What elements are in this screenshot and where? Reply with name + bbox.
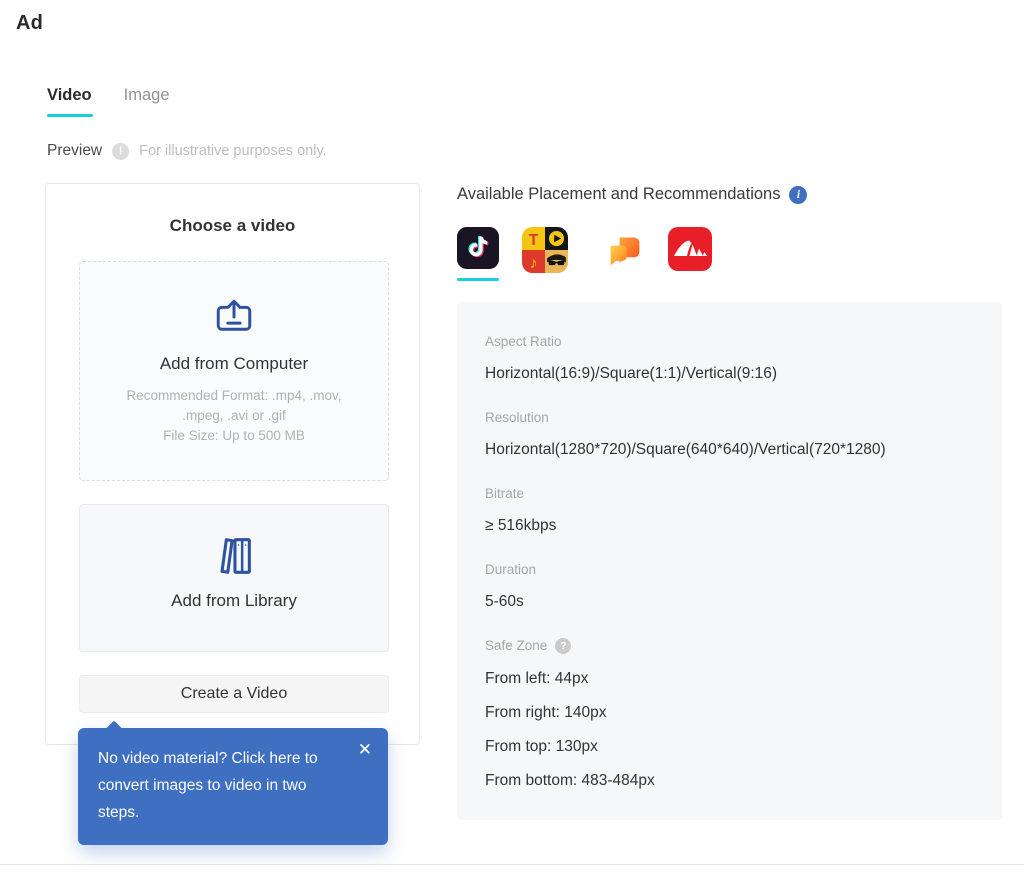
close-icon[interactable]: ✕ — [358, 741, 372, 758]
safe-zone-right: From right: 140px — [485, 702, 972, 723]
hint-format-1: Recommended Format: .mp4, .mov, — [80, 386, 388, 406]
duration-label: Duration — [485, 560, 536, 579]
spec-aspect-ratio: Aspect Ratio Horizontal(16:9)/Square(1:1… — [485, 332, 972, 384]
safe-zone-top: From top: 130px — [485, 736, 972, 757]
add-from-computer-label: Add from Computer — [80, 354, 388, 374]
recommendations-panel: Aspect Ratio Horizontal(16:9)/Square(1:1… — [457, 302, 1002, 820]
exclamation-info-icon: ! — [112, 143, 129, 160]
page-title: Ad — [16, 12, 43, 35]
placement-app-icons: T ♪ — [457, 227, 1002, 287]
tab-video-label: Video — [47, 86, 92, 104]
resolution-value: Horizontal(1280*720)/Square(640*640)/Ver… — [485, 439, 972, 460]
placements-heading: Available Placement and Recommendations — [457, 185, 780, 204]
tab-image[interactable]: Image — [124, 86, 170, 117]
preview-row: Preview ! For illustrative purposes only… — [47, 142, 327, 160]
svg-text:♪: ♪ — [530, 255, 538, 272]
upload-hints: Recommended Format: .mp4, .mov, .mpeg, .… — [80, 386, 388, 446]
ad-creation-page: Ad Video Image Preview ! For illustrativ… — [0, 0, 1024, 876]
choose-video-card: Choose a video Add from Computer Recomme… — [45, 183, 420, 745]
placement-topbuzz[interactable] — [607, 227, 643, 269]
svg-text:T: T — [529, 232, 539, 249]
hint-filesize: File Size: Up to 500 MB — [80, 426, 388, 446]
preview-label: Preview — [47, 142, 102, 160]
selected-placement-underline — [457, 278, 499, 281]
create-video-label: Create a Video — [181, 685, 287, 703]
spec-resolution: Resolution Horizontal(1280*720)/Square(6… — [485, 408, 972, 460]
spec-safe-zone: Safe Zone ? From left: 44px From right: … — [485, 636, 972, 791]
library-icon — [80, 533, 388, 579]
question-help-icon[interactable]: ? — [555, 638, 571, 654]
hint-format-2: .mpeg, .avi or .gif — [80, 406, 388, 426]
placement-news-republic[interactable] — [668, 227, 712, 271]
info-icon[interactable]: i — [789, 186, 807, 204]
create-video-button[interactable]: Create a Video — [79, 675, 389, 713]
safe-zone-bottom: From bottom: 483-484px — [485, 770, 972, 791]
active-tab-underline — [47, 114, 93, 117]
bitrate-value: ≥ 516kbps — [485, 515, 972, 536]
aspect-ratio-label: Aspect Ratio — [485, 332, 562, 351]
placements-section: Available Placement and Recommendations … — [457, 185, 1002, 287]
buzzvideo-icon: T ♪ — [522, 227, 568, 273]
spec-duration: Duration 5-60s — [485, 560, 972, 612]
bottom-divider — [0, 864, 1024, 865]
add-from-library-label: Add from Library — [80, 591, 388, 611]
upload-icon — [80, 296, 388, 338]
news-republic-icon — [668, 227, 712, 271]
preview-note: For illustrative purposes only. — [139, 143, 327, 159]
tab-video[interactable]: Video — [47, 86, 92, 117]
media-type-tabs: Video Image — [47, 86, 170, 117]
placement-tiktok[interactable] — [457, 227, 499, 281]
safe-zone-label: Safe Zone — [485, 636, 547, 655]
spec-bitrate: Bitrate ≥ 516kbps — [485, 484, 972, 536]
tiktok-icon — [457, 227, 499, 269]
bitrate-label: Bitrate — [485, 484, 524, 503]
convert-images-tooltip[interactable]: No video material? Click here to convert… — [78, 728, 388, 845]
topbuzz-icon — [607, 233, 643, 269]
safe-zone-left: From left: 44px — [485, 668, 972, 689]
chooser-title: Choose a video — [46, 216, 419, 236]
add-from-library-button[interactable]: Add from Library — [79, 504, 389, 652]
resolution-label: Resolution — [485, 408, 549, 427]
tab-image-label: Image — [124, 86, 170, 104]
duration-value: 5-60s — [485, 591, 972, 612]
placement-buzzvideo[interactable]: T ♪ — [522, 227, 568, 273]
aspect-ratio-value: Horizontal(16:9)/Square(1:1)/Vertical(9:… — [485, 363, 972, 384]
add-from-computer-dropzone[interactable]: Add from Computer Recommended Format: .m… — [79, 261, 389, 481]
tooltip-text[interactable]: No video material? Click here to convert… — [98, 745, 344, 826]
